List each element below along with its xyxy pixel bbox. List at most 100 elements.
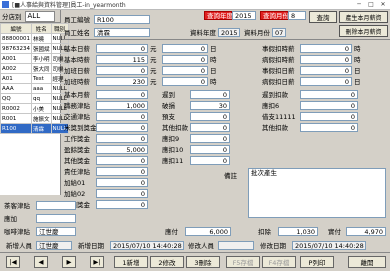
leave-1-field[interactable]: 0 [300, 54, 352, 64]
hours-0-unit: 日 [210, 45, 217, 53]
query-button[interactable]: 查詢 [309, 11, 337, 23]
earning-4-field[interactable]: 0 [96, 89, 148, 99]
earning-12-field[interactable]: 0 [96, 177, 148, 187]
dept-select[interactable]: ALL [24, 10, 55, 22]
generate-salary-button[interactable]: 產生本月薪資 [339, 11, 388, 23]
table-row[interactable]: R0002 小美 NULL [0, 103, 69, 114]
maximize-icon[interactable]: □ [366, 1, 376, 8]
earning-1-label: 基本時薪 [64, 56, 90, 64]
deduction-0-label: 遲到 [162, 91, 175, 99]
table-row[interactable]: A001 李小明 司機 [0, 53, 69, 64]
add-date-field: 2015/07/10 14:40:28 [110, 240, 184, 250]
earning-7-field[interactable]: 0 [96, 122, 148, 132]
exit-button[interactable]: 離開 [348, 256, 386, 268]
other-deduct-1-label: 應扣6 [262, 102, 280, 110]
table-cell: 張國斌 [31, 43, 52, 54]
close-icon[interactable]: ✕ [378, 1, 388, 8]
deduction-1-field[interactable]: 30 [190, 100, 230, 110]
data-year-label: 資料年度 [190, 29, 216, 37]
table-cell: R001 [0, 113, 32, 124]
column-header[interactable]: 編號 [0, 23, 32, 34]
last-record-button[interactable]: ▶| [90, 256, 104, 268]
earning-1-unit: 元 [150, 56, 157, 64]
query-month-field[interactable]: 8 [288, 11, 306, 20]
minimize-icon[interactable]: ─ [354, 1, 364, 8]
deduction-5-field[interactable]: 0 [190, 144, 230, 154]
cancel-button[interactable]: F4存檔 [262, 256, 296, 268]
leave-3-field[interactable]: 0 [300, 76, 352, 86]
title-bar: [■人事給與資料管理]員工-in_yearmonth ─ □ ✕ [0, 0, 390, 10]
hours-3-unit: 時 [210, 78, 217, 86]
earning-10-field[interactable]: 0 [96, 155, 148, 165]
earning-2-field[interactable]: 0 [96, 65, 148, 75]
hours-2-field[interactable]: 0 [162, 65, 208, 75]
table-row[interactable]: 88800001 林曉 NULL [0, 33, 69, 44]
query-year-field[interactable]: 2015 [232, 11, 256, 20]
save-button[interactable]: F5存檔 [226, 256, 260, 268]
table-row[interactable]: A002 張大同 司機 [0, 63, 69, 74]
other-deduct-3-field[interactable]: 0 [300, 122, 358, 132]
earning-6-field[interactable]: 0 [96, 111, 148, 121]
earning-11-field[interactable]: 0 [96, 166, 148, 176]
table-row[interactable]: R100 清霖 NULL [0, 123, 69, 134]
table-cell: R0002 [0, 103, 32, 114]
hours-0-field[interactable]: 0 [162, 43, 208, 53]
deduction-0-field[interactable]: 0 [190, 89, 230, 99]
table-row[interactable]: 98763234 張國斌 NULL [0, 43, 69, 54]
emp-no-field[interactable]: R100 [94, 14, 150, 24]
prev-record-button[interactable]: ◀ [34, 256, 48, 268]
deduction-6-label: 應扣11 [162, 157, 184, 165]
table-cell: A01 [0, 73, 32, 84]
other-deduct-0-label: 遲到扣款 [262, 91, 288, 99]
edit-button[interactable]: 2修改 [150, 256, 184, 268]
leave-2-field[interactable]: 0 [300, 65, 352, 75]
table-row[interactable]: R001 施振文 NULL [0, 113, 69, 124]
window-title: [■人事給與資料管理]員工-in_yearmonth [12, 2, 126, 9]
first-record-button[interactable]: |◀ [6, 256, 20, 268]
earning-6-label: 交通津貼 [64, 113, 90, 121]
earning-3-field[interactable]: 230 [96, 76, 148, 86]
table-cell: qq [31, 93, 52, 104]
leave-0-field[interactable]: 0 [300, 43, 352, 53]
earning-5-field[interactable]: 1,000 [96, 100, 148, 110]
earning-8-field[interactable]: 0 [96, 133, 148, 143]
leave-2-label: 事假扣日薪 [262, 67, 295, 75]
other-deduct-2-field[interactable]: 0 [300, 111, 358, 121]
memo-field[interactable]: 批次產生 [248, 168, 386, 218]
table-row[interactable]: AAA aaa NULL [0, 83, 69, 94]
other-deduct-1-field[interactable]: 0 [300, 100, 358, 110]
deduction-4-field[interactable]: 0 [190, 133, 230, 143]
deduction-6-field[interactable]: 0 [190, 155, 230, 165]
table-cell: 施振文 [31, 113, 52, 124]
dept-label: 分店別 [2, 13, 22, 21]
hours-3-field[interactable]: 0 [162, 76, 208, 86]
other-deduct-0-field[interactable]: 0 [300, 89, 358, 99]
column-header[interactable]: 姓名 [31, 23, 52, 34]
table-row[interactable]: QQ qq NULL [0, 93, 69, 104]
earning-0-field[interactable]: 0 [96, 43, 148, 53]
emp-name-field[interactable]: 清霖 [94, 27, 150, 37]
new-button[interactable]: 1新增 [114, 256, 148, 268]
earning-9-field[interactable]: 5,000 [96, 144, 148, 154]
allowance-field[interactable] [36, 200, 76, 210]
earning-13-field[interactable]: 0 [96, 188, 148, 198]
deduction-3-field[interactable]: 0 [190, 122, 230, 132]
leave-3-unit: 日 [354, 78, 361, 86]
hours-1-field[interactable]: 0 [162, 54, 208, 64]
mod-person-label: 修改人員 [188, 242, 214, 250]
earning-3-unit: 元 [150, 78, 157, 86]
table-row[interactable]: A01 Test 經理 [0, 73, 69, 84]
deduction-2-field[interactable]: 0 [190, 111, 230, 121]
allowance-field[interactable]: 江世慶 [36, 226, 76, 236]
delete-salary-button[interactable]: 刪除本月薪資 [339, 25, 388, 37]
print-button[interactable]: P列印 [300, 256, 334, 268]
table-cell: Test [31, 73, 52, 84]
earning-11-label: 責任津貼 [64, 168, 90, 176]
earning-14-field[interactable]: 0 [96, 199, 148, 209]
deduction-1-label: 破損 [162, 102, 175, 110]
earning-7-label: 米獎到獎金 [64, 124, 97, 132]
allowance-field[interactable] [36, 213, 76, 223]
earning-1-field[interactable]: 115 [96, 54, 148, 64]
delete-button[interactable]: 3刪除 [186, 256, 220, 268]
next-record-button[interactable]: ▶ [62, 256, 76, 268]
